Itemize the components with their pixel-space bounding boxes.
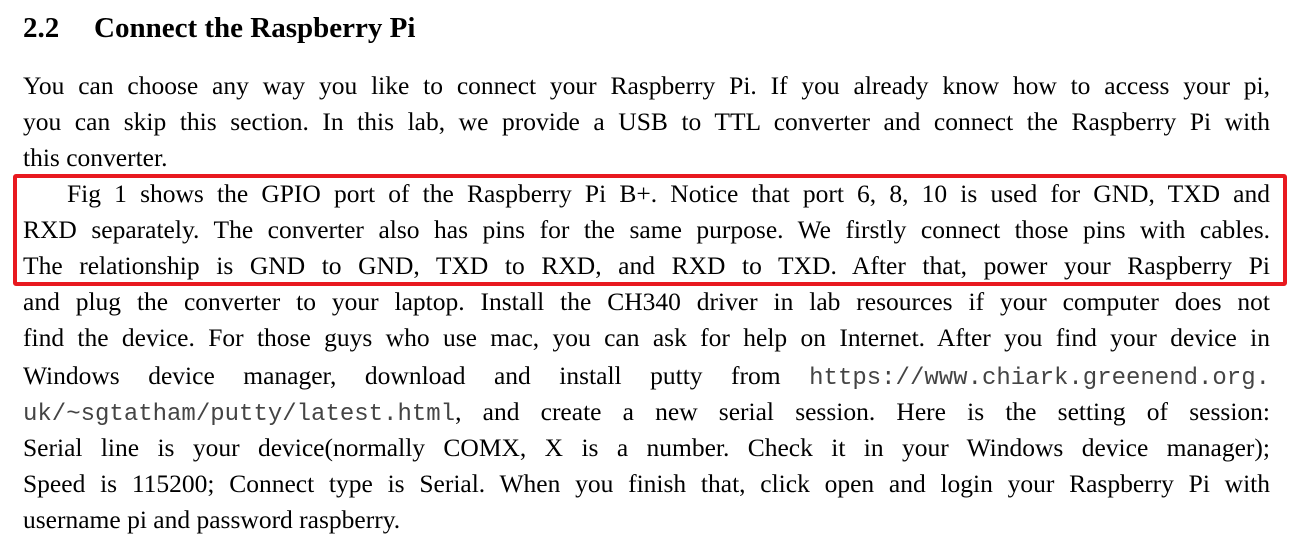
text-line: you can skip this section. In this lab, … bbox=[23, 107, 1270, 136]
section-title: Connect the Raspberry Pi bbox=[94, 12, 416, 44]
section-heading: 2.2 Connect the Raspberry Pi bbox=[23, 8, 415, 48]
text-line: Windows device manager, download and ins… bbox=[23, 358, 1270, 394]
text-line: Serial line is your device(normally COMX… bbox=[23, 433, 1270, 462]
text-line: RXD separately. The converter also has p… bbox=[23, 215, 1270, 244]
text-line: Fig 1 shows the GPIO port of the Raspber… bbox=[67, 179, 1270, 208]
text-line: Speed is 115200; Connect type is Serial.… bbox=[23, 469, 1270, 498]
text-line: uk/~sgtatham/putty/latest.html, and crea… bbox=[23, 394, 1270, 430]
text-line: username pi and password raspberry. bbox=[23, 505, 401, 534]
text-line: The relationship is GND to GND, TXD to R… bbox=[23, 251, 1270, 280]
putty-url-link[interactable]: https://www.chiark.greenend.org. bbox=[809, 365, 1270, 392]
putty-url-link-continued[interactable]: uk/~sgtatham/putty/latest.html bbox=[23, 401, 455, 428]
text-span: , and create a new serial session. Here … bbox=[455, 397, 1270, 426]
text-line: and plug the converter to your laptop. I… bbox=[23, 287, 1270, 316]
text-line: You can choose any way you like to conne… bbox=[23, 71, 1270, 100]
text-span: Windows device manager, download and ins… bbox=[23, 361, 781, 390]
section-number: 2.2 bbox=[23, 12, 60, 44]
text-line: this converter. bbox=[23, 143, 168, 172]
text-line: find the device. For those guys who use … bbox=[23, 323, 1270, 352]
